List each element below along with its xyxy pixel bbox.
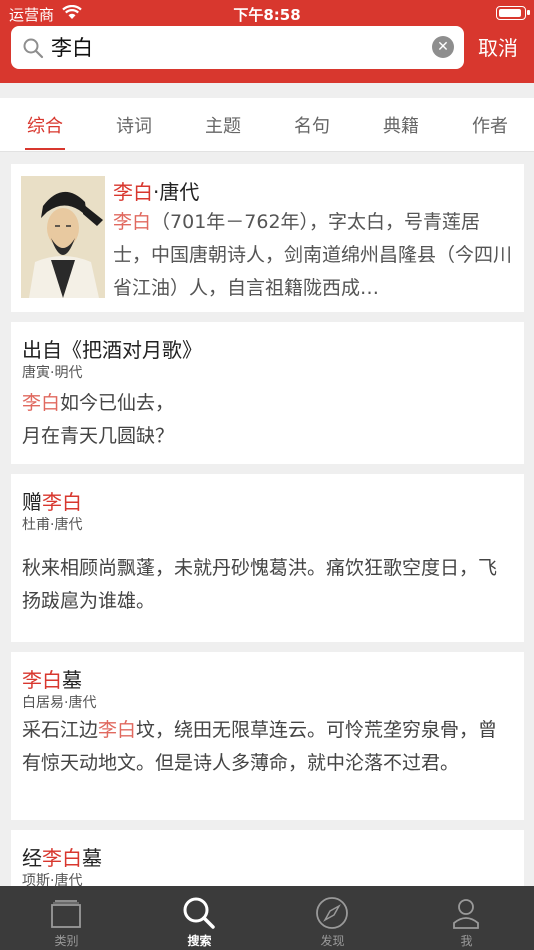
status-time: 下午8:58 <box>233 6 301 24</box>
result-title: 出自《把酒对月歌》 <box>22 338 202 362</box>
active-tab-indicator <box>25 148 65 150</box>
person-icon <box>453 899 479 929</box>
result-excerpt: 采石江边李白坟，绕田无限草连云。可怜荒垄穷泉骨，曾有惊天动地文。但是诗人多薄命，… <box>22 719 498 774</box>
category-icon <box>51 900 81 928</box>
result-card[interactable]: 经李白墓 项斯·唐代 <box>11 830 524 890</box>
status-bar: 运营商 下午8:58 <box>0 0 534 26</box>
tab-comprehensive[interactable]: 综合 <box>15 112 75 138</box>
battery-icon <box>496 6 530 20</box>
result-author: 杜甫·唐代 <box>22 517 83 533</box>
search-icon <box>23 38 44 59</box>
result-type-tabs: 综合 诗词 主题 名句 典籍 作者 <box>0 98 534 152</box>
tab-famous-lines[interactable]: 名句 <box>282 112 342 138</box>
result-title: 经李白墓 <box>22 846 102 870</box>
author-card[interactable]: 李白·唐代 李白（701年－762年），字太白，号青莲居士，中国唐朝诗人，剑南道… <box>11 164 524 312</box>
author-portrait <box>21 176 105 298</box>
tabbar-label: 搜索 <box>187 934 212 948</box>
result-author: 唐寅·明代 <box>22 365 83 381</box>
tabbar-item-discover[interactable]: 发现 <box>266 886 399 950</box>
tab-authors[interactable]: 作者 <box>460 112 520 138</box>
author-name: 李白·唐代 <box>113 180 200 204</box>
result-author: 白居易·唐代 <box>22 695 97 711</box>
cancel-button[interactable]: 取消 <box>478 32 518 61</box>
author-description: 李白（701年－762年），字太白，号青莲居士，中国唐朝诗人，剑南道绵州昌隆县（… <box>113 211 513 299</box>
tabbar-label: 类别 <box>54 934 79 948</box>
tabbar-item-search[interactable]: 搜索 <box>133 886 266 950</box>
result-title: 赠李白 <box>22 490 82 514</box>
tab-poems[interactable]: 诗词 <box>104 112 164 138</box>
clear-search-icon[interactable]: ✕ <box>432 36 454 58</box>
tabbar-label: 发现 <box>320 934 345 948</box>
result-excerpt: 秋来相顾尚飘蓬，未就丹砂愧葛洪。痛饮狂歌空度日，飞扬跋扈为谁雄。 <box>22 557 498 612</box>
search-input[interactable] <box>51 32 421 62</box>
tabbar-item-category[interactable]: 类别 <box>0 886 133 950</box>
search-box[interactable]: ✕ <box>11 26 464 69</box>
result-card[interactable]: 李白墓 白居易·唐代 采石江边李白坟，绕田无限草连云。可怜荒垄穷泉骨，曾有惊天动… <box>11 652 524 820</box>
tab-themes[interactable]: 主题 <box>193 112 253 138</box>
bottom-tab-bar: 类别 搜索 发现 我 <box>0 886 534 950</box>
tab-classics[interactable]: 典籍 <box>371 112 431 138</box>
header-bar: 运营商 下午8:58 ✕ 取消 <box>0 0 534 83</box>
result-card[interactable]: 赠李白 杜甫·唐代 秋来相顾尚飘蓬，未就丹砂愧葛洪。痛饮狂歌空度日，飞扬跋扈为谁… <box>11 474 524 642</box>
search-icon <box>183 897 215 929</box>
result-title: 李白墓 <box>22 668 82 692</box>
compass-icon <box>316 897 348 929</box>
result-excerpt: 李白如今已仙去， 月在青天几圆缺？ <box>22 392 175 447</box>
tabbar-label: 我 <box>460 934 473 948</box>
tabbar-item-me[interactable]: 我 <box>400 886 533 950</box>
result-card[interactable]: 出自《把酒对月歌》 唐寅·明代 李白如今已仙去， 月在青天几圆缺？ <box>11 322 524 464</box>
